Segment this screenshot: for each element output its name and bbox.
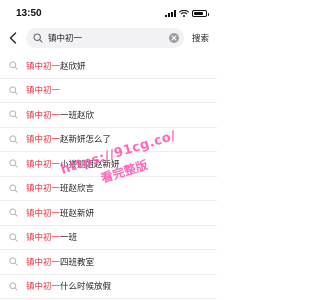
wifi-icon xyxy=(179,9,189,17)
suggestion-text: 镇中初一一班赵欣 xyxy=(26,109,94,121)
suggestion-highlight: 镇中初一 xyxy=(26,208,61,219)
suggestion-highlight: 镇中初一 xyxy=(26,110,61,121)
cellular-signal-icon xyxy=(165,9,176,17)
suggestion-text: 镇中初一什么时候放假 xyxy=(26,280,111,292)
battery-icon xyxy=(192,9,209,17)
search-input[interactable] xyxy=(48,30,164,46)
suggestion-highlight: 镇中初一 xyxy=(26,184,61,195)
suggestion-rest: 赵欣妍 xyxy=(60,61,86,72)
search-icon xyxy=(9,61,18,70)
close-icon xyxy=(171,35,177,41)
suggestion-text: 镇中初一赵欣妍 xyxy=(26,60,86,72)
suggestion-highlight: 镇中初一 xyxy=(26,135,61,146)
suggestion-item[interactable]: 镇中初一 xyxy=(0,79,217,103)
search-icon xyxy=(9,159,18,168)
suggestion-item[interactable]: 镇中初一一班赵欣 xyxy=(0,103,217,128)
suggestion-highlight: 镇中初一 xyxy=(26,257,61,268)
search-icon xyxy=(33,33,43,43)
suggestion-text: 镇中初一一班 xyxy=(26,231,77,243)
suggestion-item[interactable]: 镇中初一四班教室 xyxy=(0,250,217,275)
search-button[interactable]: 搜索 xyxy=(190,32,211,44)
suggestion-text: 镇中初一班赵新妍 xyxy=(26,207,94,219)
suggestion-rest: 班赵欣言 xyxy=(60,184,95,195)
search-icon xyxy=(9,135,18,144)
search-box[interactable] xyxy=(26,28,184,48)
suggestion-rest: 班赵新妍 xyxy=(60,208,95,219)
suggestion-text: 镇中初一班赵欣言 xyxy=(26,182,94,194)
suggestion-item[interactable]: 镇中初一什么时候放假 xyxy=(0,275,217,299)
battery-level xyxy=(194,11,204,15)
suggestion-text: 镇中初一赵新妍怎么了 xyxy=(26,133,111,145)
suggestion-list: 镇中初一赵欣妍 镇中初一 镇中初一一班赵欣 镇中初一赵新妍怎么了 镇中初一小搂鹅姐赵新妍… xyxy=(0,54,217,299)
search-icon xyxy=(9,282,18,291)
search-header: 搜索 xyxy=(0,26,217,50)
clear-button[interactable] xyxy=(168,33,179,43)
suggestion-item[interactable]: 镇中初一赵欣妍 xyxy=(0,54,217,79)
suggestion-item[interactable]: 镇中初一赵新妍怎么了 xyxy=(0,128,217,152)
suggestion-item[interactable]: 镇中初一班赵新妍 xyxy=(0,201,217,226)
suggestion-highlight: 镇中初一 xyxy=(26,61,61,72)
suggestion-rest: 一班赵欣 xyxy=(60,110,95,121)
suggestion-highlight: 镇中初一 xyxy=(26,86,61,97)
status-bar: 13:50 xyxy=(0,0,217,26)
suggestion-rest: 赵新妍怎么了 xyxy=(60,135,112,146)
suggestion-item[interactable]: 镇中初一一班 xyxy=(0,226,217,250)
status-time: 13:50 xyxy=(16,7,42,19)
suggestion-text: 镇中初一小搂鹅姐赵新妍 xyxy=(26,158,120,170)
suggestion-rest: 四班教室 xyxy=(60,257,95,268)
suggestion-highlight: 镇中初一 xyxy=(26,282,61,293)
suggestion-item[interactable]: 镇中初一班赵欣言 xyxy=(0,177,217,201)
suggestion-highlight: 镇中初一 xyxy=(26,233,61,244)
chevron-left-icon xyxy=(9,32,17,44)
suggestion-rest: 一班 xyxy=(60,233,78,244)
suggestion-text: 镇中初一 xyxy=(26,84,60,96)
search-icon xyxy=(9,233,18,242)
search-icon xyxy=(9,110,18,119)
search-icon xyxy=(9,257,18,266)
suggestion-text: 镇中初一四班教室 xyxy=(26,256,94,268)
suggestion-rest: 什么时候放假 xyxy=(60,282,112,293)
search-icon xyxy=(9,184,18,193)
search-icon xyxy=(9,86,18,95)
suggestion-item[interactable]: 镇中初一小搂鹅姐赵新妍 xyxy=(0,152,217,177)
status-icons xyxy=(165,9,209,17)
back-button[interactable] xyxy=(6,28,20,48)
search-icon xyxy=(9,208,18,217)
suggestion-rest: 小搂鹅姐赵新妍 xyxy=(60,159,120,170)
suggestion-highlight: 镇中初一 xyxy=(26,159,61,170)
